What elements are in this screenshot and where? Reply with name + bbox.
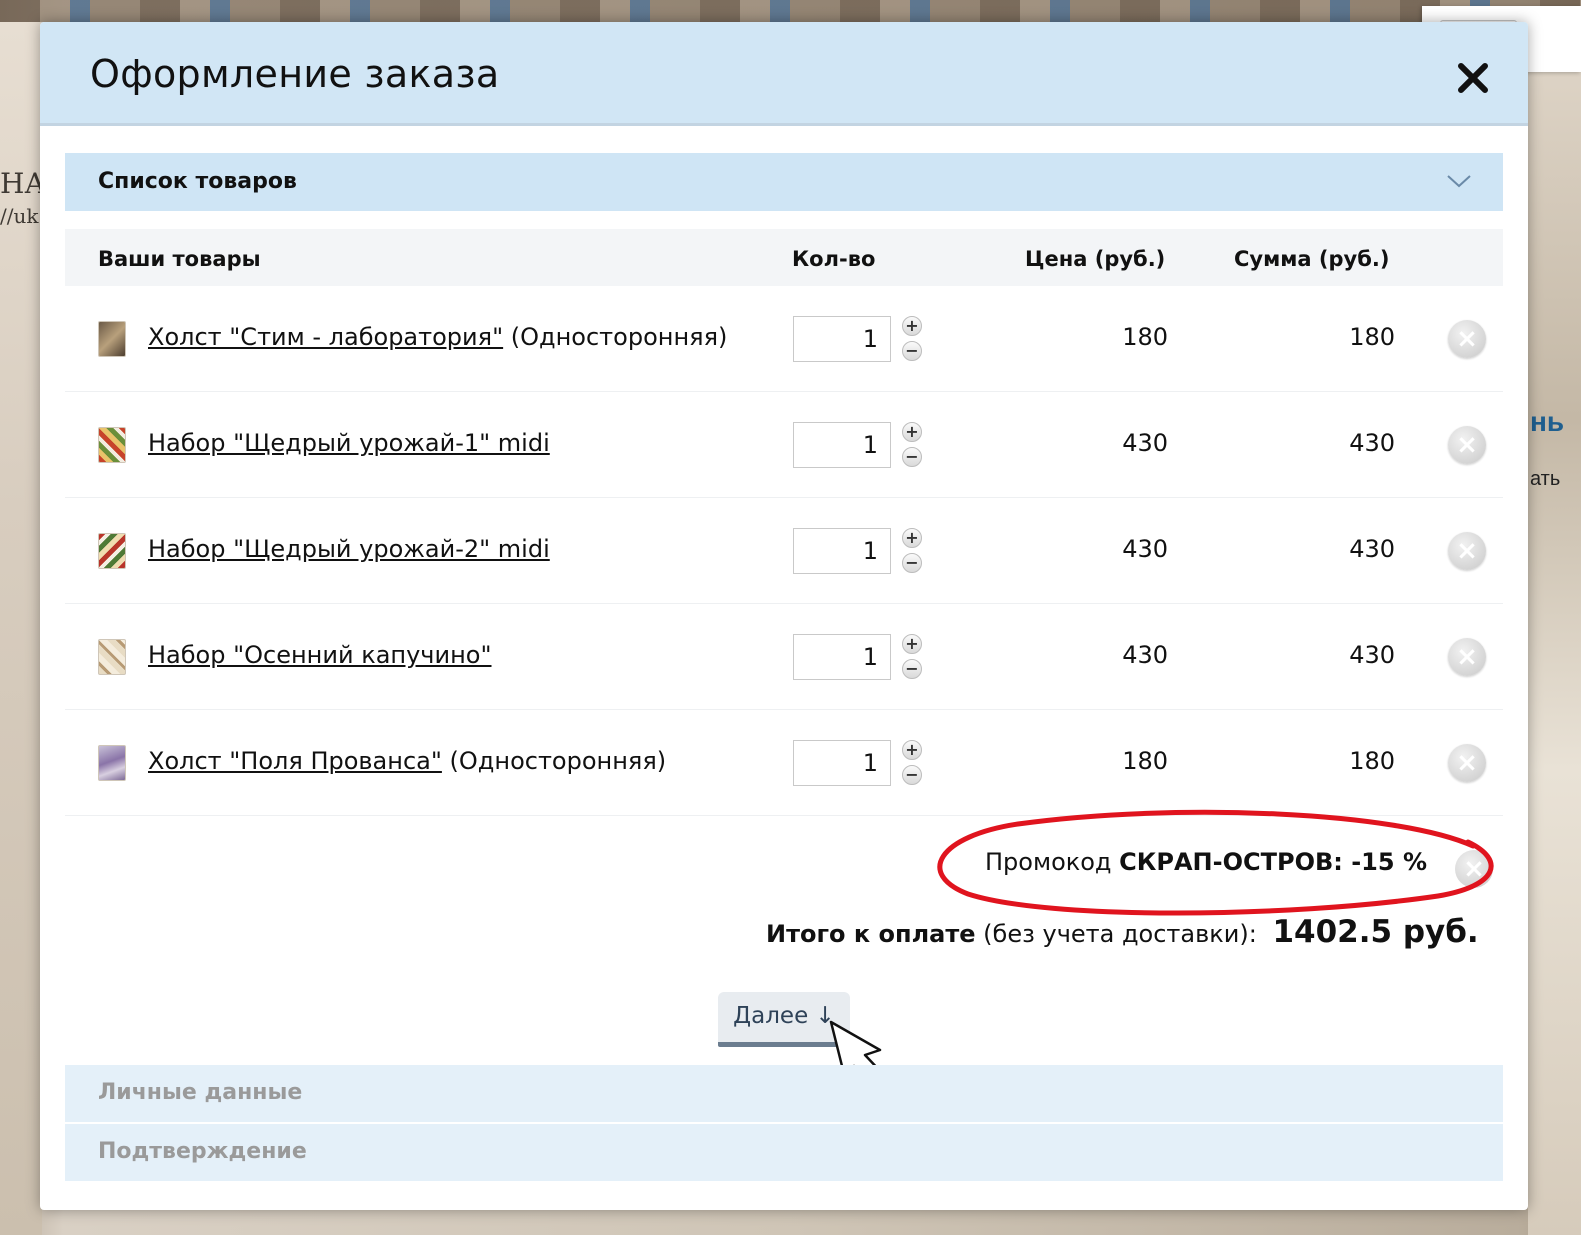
decrease-quantity-button[interactable]: − xyxy=(902,765,922,785)
product-link[interactable]: Набор "Щедрый урожай-2" midi xyxy=(148,535,550,563)
close-icon: × xyxy=(1463,854,1485,884)
background-page-left: НА //uk xyxy=(0,22,46,1235)
background-page-right: нь ать xyxy=(1528,70,1581,1235)
table-row: Набор "Щедрый урожай-1" midi + − 430 430… xyxy=(65,392,1503,498)
product-link[interactable]: Набор "Щедрый урожай-1" midi xyxy=(148,429,550,457)
table-row: Холст "Стим - лаборатория" (Одностороння… xyxy=(65,286,1503,392)
product-name: Набор "Щедрый урожай-1" midi xyxy=(148,429,550,457)
product-link[interactable]: Холст "Стим - лаборатория" xyxy=(148,323,503,351)
modal-header: Оформление заказа xyxy=(40,22,1528,126)
product-sum: 180 xyxy=(1349,323,1395,351)
product-sum: 430 xyxy=(1349,641,1395,669)
product-thumbnail[interactable] xyxy=(98,427,126,463)
close-icon[interactable] xyxy=(1455,60,1491,96)
promo-code: СКРАП-ОСТРОВ: -15 % xyxy=(1119,848,1427,876)
product-thumbnail[interactable] xyxy=(98,639,126,675)
quantity-input[interactable] xyxy=(793,528,891,574)
total-amount: 1402.5 руб. xyxy=(1272,914,1479,950)
section-title: Список товаров xyxy=(98,169,297,194)
product-price: 430 xyxy=(1122,535,1168,563)
decrease-quantity-button[interactable]: − xyxy=(902,659,922,679)
step-personal-data[interactable]: Личные данные xyxy=(65,1065,1503,1122)
background-text: НА xyxy=(0,167,46,200)
step-label: Личные данные xyxy=(98,1080,303,1105)
promo-label: Промокод xyxy=(985,848,1120,876)
product-variant: (Односторонняя) xyxy=(503,323,728,351)
browser-tab-strip xyxy=(0,0,1581,22)
product-sum: 430 xyxy=(1349,429,1395,457)
modal-title: Оформление заказа xyxy=(90,52,500,96)
checkout-modal: Оформление заказа Список товаров Ваши то… xyxy=(40,22,1528,1210)
decrease-quantity-button[interactable]: − xyxy=(902,447,922,467)
product-name: Холст "Поля Прованса" (Односторонняя) xyxy=(148,747,666,775)
decrease-quantity-button[interactable]: − xyxy=(902,341,922,361)
remove-item-button[interactable]: × xyxy=(1448,744,1486,782)
background-text: ать xyxy=(1530,468,1561,490)
product-link[interactable]: Набор "Осенний капучино" xyxy=(148,641,492,669)
close-icon: × xyxy=(1456,536,1478,566)
product-name: Набор "Щедрый урожай-2" midi xyxy=(148,535,550,563)
column-header-product: Ваши товары xyxy=(98,247,261,271)
increase-quantity-button[interactable]: + xyxy=(902,528,922,548)
product-variant: (Односторонняя) xyxy=(441,747,667,775)
remove-item-button[interactable]: × xyxy=(1448,426,1486,464)
increase-quantity-button[interactable]: + xyxy=(902,316,922,336)
product-name: Холст "Стим - лаборатория" (Одностороння… xyxy=(148,323,727,351)
order-total: Итого к оплате (без учета доставки): 140… xyxy=(766,914,1479,950)
remove-promo-button[interactable]: × xyxy=(1455,850,1493,888)
table-row: Набор "Щедрый урожай-2" midi + − 430 430… xyxy=(65,498,1503,604)
increase-quantity-button[interactable]: + xyxy=(902,422,922,442)
chevron-down-icon[interactable] xyxy=(1445,171,1473,191)
product-price: 180 xyxy=(1122,323,1168,351)
product-thumbnail[interactable] xyxy=(98,745,126,781)
product-price: 180 xyxy=(1122,747,1168,775)
product-link[interactable]: Холст "Поля Прованса" xyxy=(148,747,442,775)
close-icon: × xyxy=(1456,748,1478,778)
background-text: нь xyxy=(1530,406,1565,437)
close-icon: × xyxy=(1456,324,1478,354)
quantity-input[interactable] xyxy=(793,634,891,680)
increase-quantity-button[interactable]: + xyxy=(902,634,922,654)
product-thumbnail[interactable] xyxy=(98,321,126,357)
total-note: (без учета доставки): xyxy=(975,920,1265,948)
step-confirmation[interactable]: Подтверждение xyxy=(65,1124,1503,1181)
quantity-input[interactable] xyxy=(793,316,891,362)
close-icon: × xyxy=(1456,642,1478,672)
table-row: Набор "Осенний капучино" + − 430 430 × xyxy=(65,604,1503,710)
product-name: Набор "Осенний капучино" xyxy=(148,641,492,669)
product-sum: 180 xyxy=(1349,747,1395,775)
quantity-input[interactable] xyxy=(793,740,891,786)
table-header: Ваши товары Кол-во Цена (руб.) Сумма (ру… xyxy=(65,229,1503,286)
remove-item-button[interactable]: × xyxy=(1448,532,1486,570)
next-button[interactable]: Далее ↓ xyxy=(718,992,850,1047)
product-price: 430 xyxy=(1122,429,1168,457)
remove-item-button[interactable]: × xyxy=(1448,638,1486,676)
product-price: 430 xyxy=(1122,641,1168,669)
column-header-sum: Сумма (руб.) xyxy=(1234,247,1390,271)
quantity-input[interactable] xyxy=(793,422,891,468)
promo-code-line: Промокод СКРАП-ОСТРОВ: -15 % xyxy=(985,848,1427,876)
decrease-quantity-button[interactable]: − xyxy=(902,553,922,573)
column-header-qty: Кол-во xyxy=(792,247,876,271)
step-label: Подтверждение xyxy=(98,1139,307,1164)
product-sum: 430 xyxy=(1349,535,1395,563)
close-icon: × xyxy=(1456,430,1478,460)
background-text: //uk xyxy=(0,204,39,228)
column-header-price: Цена (руб.) xyxy=(1025,247,1166,271)
table-row: Холст "Поля Прованса" (Односторонняя) + … xyxy=(65,710,1503,816)
increase-quantity-button[interactable]: + xyxy=(902,740,922,760)
remove-item-button[interactable]: × xyxy=(1448,320,1486,358)
section-product-list[interactable]: Список товаров xyxy=(65,153,1503,211)
total-label: Итого к оплате xyxy=(766,920,976,948)
product-thumbnail[interactable] xyxy=(98,533,126,569)
